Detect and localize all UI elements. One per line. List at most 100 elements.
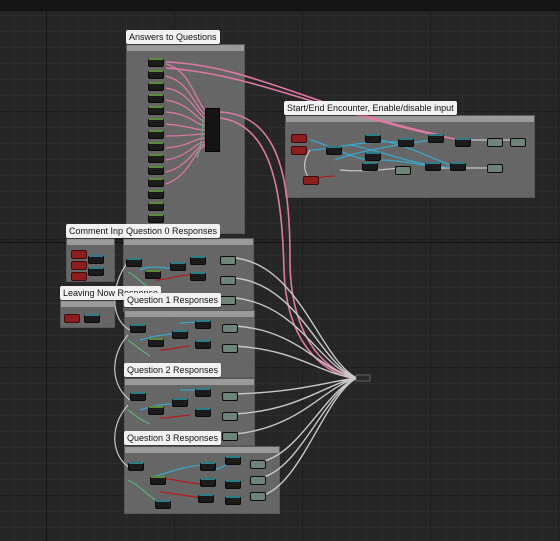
input-event-node[interactable] [303, 176, 319, 185]
red-wire [159, 345, 191, 351]
q2-node[interactable] [195, 408, 211, 417]
wire-layer [114, 61, 510, 501]
q0-node[interactable] [220, 276, 236, 285]
variable-node[interactable] [510, 138, 526, 147]
exec-wire-fan [165, 63, 206, 111]
variable-node[interactable] [487, 164, 503, 173]
sequence-node[interactable] [205, 108, 220, 152]
q2-node[interactable] [195, 388, 211, 397]
q2-node[interactable] [148, 406, 164, 415]
encounter-function-node[interactable] [450, 162, 466, 171]
data-wire-to-merge [259, 377, 358, 479]
q1-node[interactable] [130, 324, 146, 333]
encounter-function-node[interactable] [425, 162, 441, 171]
answer-event-node[interactable] [148, 70, 164, 79]
comment-title-q2[interactable]: Question 2 Responses [124, 363, 222, 377]
q2-node[interactable] [222, 392, 238, 401]
q3-node[interactable] [250, 476, 266, 485]
answer-event-node[interactable] [148, 82, 164, 91]
answer-event-node[interactable] [148, 166, 164, 175]
answer-event-node[interactable] [148, 142, 164, 151]
answer-event-node[interactable] [148, 154, 164, 163]
exec-wire-fan [165, 133, 206, 137]
encounter-function-node[interactable] [365, 134, 381, 143]
red-wire [159, 414, 191, 419]
leaving-event-node[interactable] [64, 314, 80, 323]
merge-node [355, 374, 371, 382]
data-wire-to-merge [259, 377, 358, 497]
bool-wire [334, 139, 431, 161]
comment-title-q0[interactable]: Question 0 Responses [123, 224, 221, 238]
answer-event-node[interactable] [148, 190, 164, 199]
encounter-function-node[interactable] [428, 134, 444, 143]
comment-title-encounter[interactable]: Start/End Encounter, Enable/disable inpu… [284, 101, 457, 115]
answer-event-node[interactable] [148, 118, 164, 127]
q0-node[interactable] [220, 296, 236, 305]
q3-node[interactable] [200, 462, 216, 471]
q1-node[interactable] [222, 344, 238, 353]
encounter-function-node[interactable] [365, 152, 381, 161]
exec-wire-fan [165, 143, 206, 173]
answer-event-node[interactable] [148, 106, 164, 115]
q0-node[interactable] [145, 270, 161, 279]
q2-node[interactable] [130, 392, 146, 401]
encounter-function-node[interactable] [362, 162, 378, 171]
exec-wire-fan [165, 99, 206, 123]
comment-input-event-node[interactable] [71, 250, 87, 259]
q1-node[interactable] [172, 330, 188, 339]
variable-node[interactable] [395, 166, 411, 175]
comment-title-answers[interactable]: Answers to Questions [126, 30, 220, 44]
exec-wire-fan [165, 137, 206, 149]
encounter-function-node[interactable] [398, 138, 414, 147]
data-wire-to-merge [234, 377, 358, 435]
answer-event-node[interactable] [148, 130, 164, 139]
green-wire [127, 339, 151, 357]
q3-node[interactable] [198, 494, 214, 503]
comment-title-q1[interactable]: Question 1 Responses [124, 293, 222, 307]
comment-input-event-node[interactable] [71, 261, 87, 270]
q2-node[interactable] [172, 398, 188, 407]
q0-node[interactable] [220, 256, 236, 265]
q3-node[interactable] [150, 476, 166, 485]
bool-wires [139, 139, 456, 479]
comment-input-function-node[interactable] [88, 255, 104, 264]
answer-event-node[interactable] [148, 202, 164, 211]
q1-node[interactable] [195, 340, 211, 349]
q3-node[interactable] [225, 456, 241, 465]
leaving-function-node[interactable] [84, 314, 100, 323]
encounter-function-node[interactable] [326, 146, 342, 155]
q0-node[interactable] [126, 258, 142, 267]
input-event-node[interactable] [291, 134, 307, 143]
q2-node[interactable] [222, 412, 238, 421]
q2-node[interactable] [222, 432, 238, 441]
exec-wire-fan [165, 87, 206, 119]
green-wire [127, 409, 151, 425]
answer-event-node[interactable] [148, 178, 164, 187]
q3-node[interactable] [225, 496, 241, 505]
answer-event-node[interactable] [148, 214, 164, 223]
q0-node[interactable] [190, 256, 206, 265]
answer-event-node[interactable] [148, 58, 164, 67]
q3-node[interactable] [128, 462, 144, 471]
input-event-node[interactable] [291, 146, 307, 155]
data-wire-to-merge [234, 257, 358, 379]
q1-node[interactable] [148, 338, 164, 347]
q3-node[interactable] [250, 492, 266, 501]
q0-node[interactable] [170, 262, 186, 271]
q3-node[interactable] [250, 460, 266, 469]
comment-title-q3[interactable]: Question 3 Responses [124, 431, 222, 445]
exec-wire-fan [165, 123, 206, 131]
comment-input-event-node[interactable] [71, 272, 87, 281]
q1-node[interactable] [222, 324, 238, 333]
q3-node[interactable] [225, 480, 241, 489]
encounter-function-node[interactable] [455, 138, 471, 147]
data-wire-to-merge [234, 325, 358, 379]
q3-node[interactable] [155, 500, 171, 509]
q1-node[interactable] [195, 320, 211, 329]
blueprint-graph-canvas[interactable]: Answers to Questions Start/End Encounter… [0, 0, 560, 541]
answer-event-node[interactable] [148, 94, 164, 103]
comment-input-function-node[interactable] [88, 267, 104, 276]
q3-node[interactable] [200, 478, 216, 487]
q0-node[interactable] [190, 272, 206, 281]
variable-node[interactable] [487, 138, 503, 147]
